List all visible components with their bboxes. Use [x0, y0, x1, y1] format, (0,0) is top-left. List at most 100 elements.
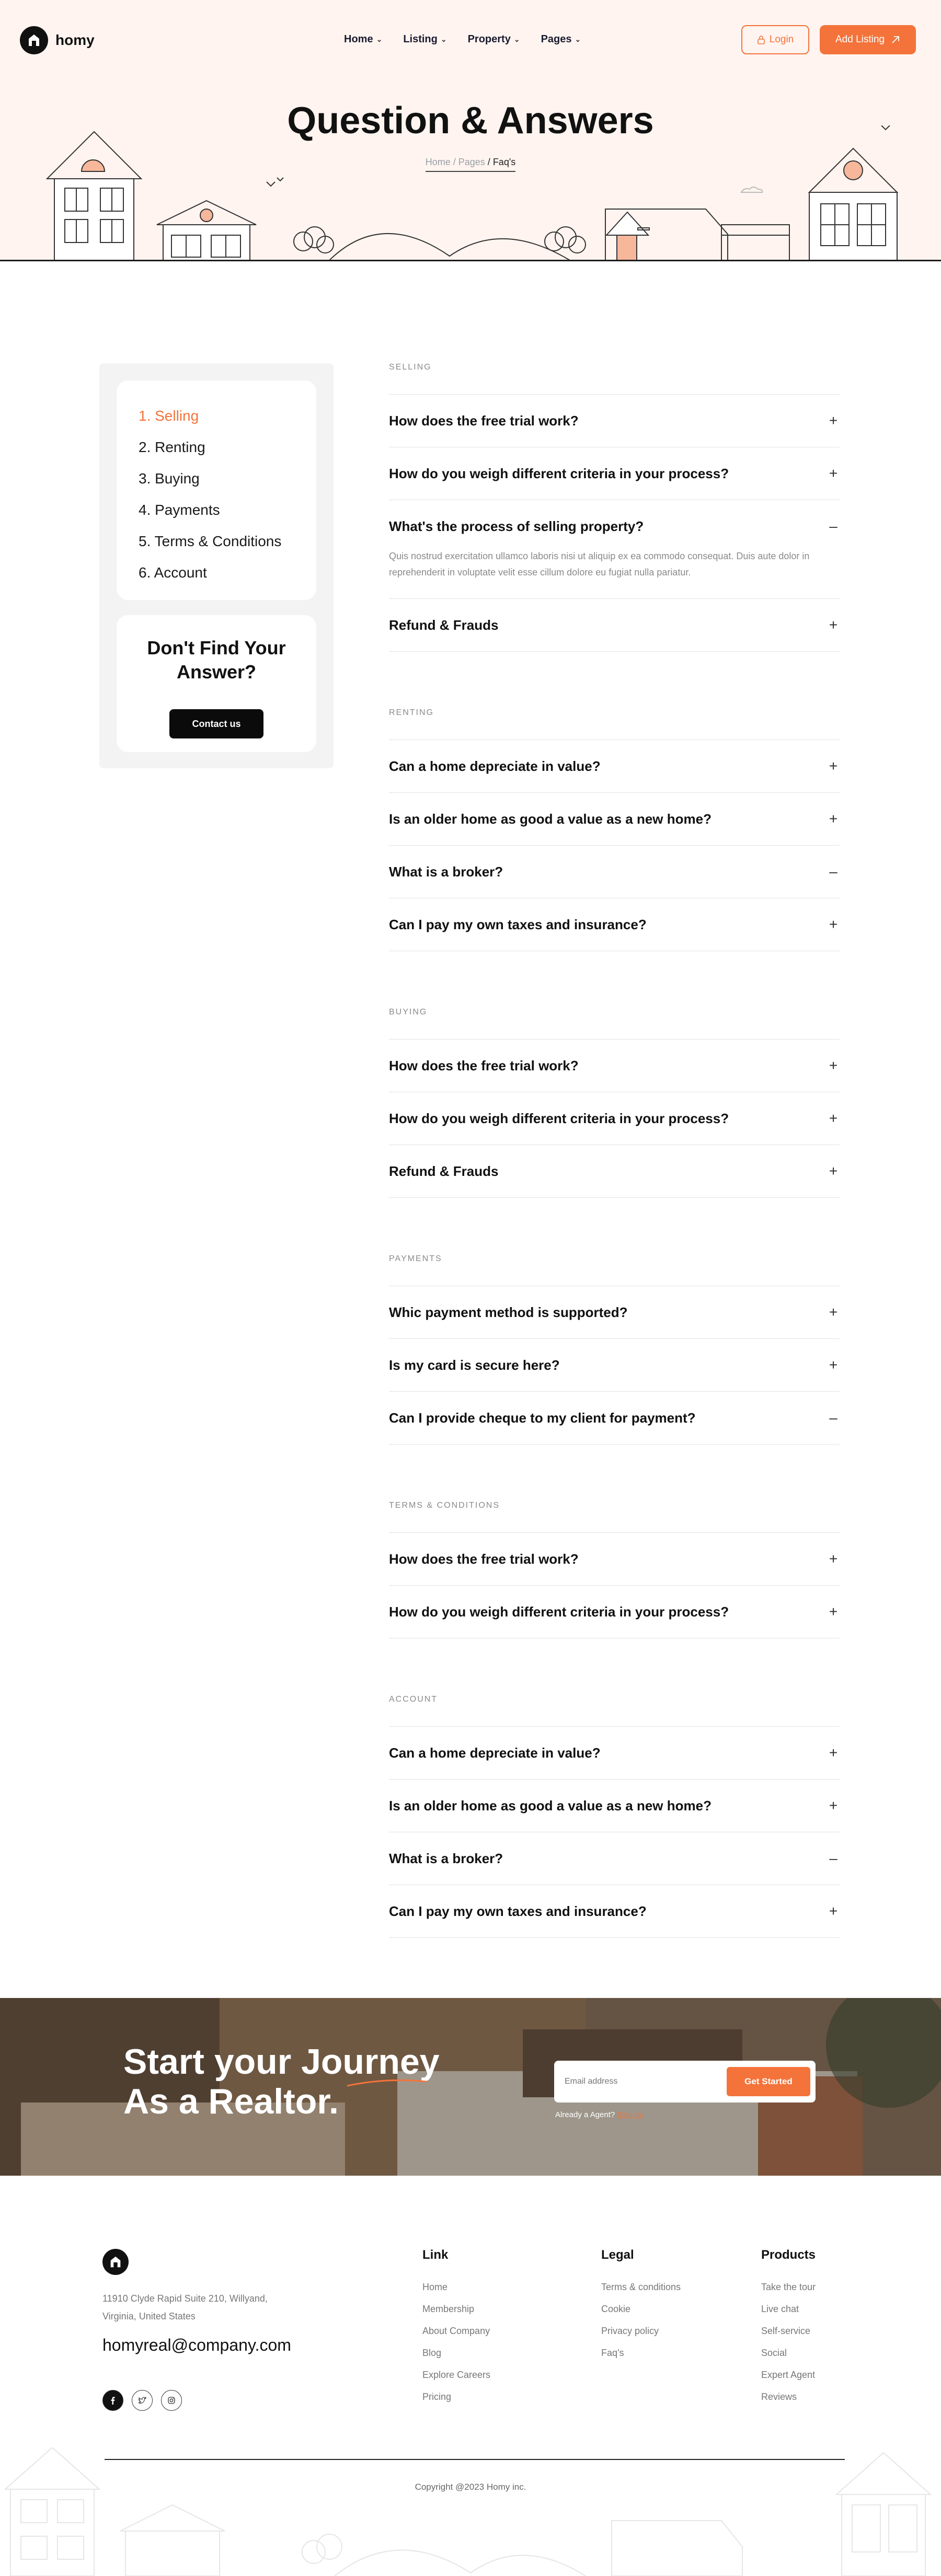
- faq-item[interactable]: Whic payment method is supported? +: [389, 1286, 840, 1338]
- faq-item[interactable]: Is an older home as good a value as a ne…: [389, 1779, 840, 1832]
- menu-item-home[interactable]: Home ⌄: [344, 33, 382, 45]
- footer-link-terms[interactable]: Terms & conditions: [601, 2276, 681, 2298]
- plus-icon[interactable]: +: [827, 1163, 840, 1180]
- category-selling[interactable]: 1. Selling: [139, 400, 294, 432]
- category-account[interactable]: 6. Account: [139, 557, 294, 588]
- get-started-button[interactable]: Get Started: [727, 2067, 810, 2096]
- footer-link-about[interactable]: About Company: [422, 2320, 490, 2342]
- faq-item[interactable]: Can I provide cheque to my client for pa…: [389, 1391, 840, 1445]
- plus-icon[interactable]: +: [827, 1745, 840, 1761]
- faq-item[interactable]: Is my card is secure here? +: [389, 1338, 840, 1391]
- faq-item[interactable]: Can I pay my own taxes and insurance? +: [389, 898, 840, 951]
- minus-icon[interactable]: –: [827, 1850, 840, 1867]
- footer-link-live-chat[interactable]: Live chat: [761, 2298, 816, 2320]
- footer-link-tour[interactable]: Take the tour: [761, 2276, 816, 2298]
- add-listing-button[interactable]: Add Listing: [820, 25, 916, 54]
- menu-item-listing[interactable]: Listing ⌄: [403, 33, 446, 45]
- faq-item[interactable]: How do you weigh different criteria in y…: [389, 447, 840, 500]
- faq-item[interactable]: How does the free trial work? +: [389, 1039, 840, 1092]
- plus-icon[interactable]: +: [827, 617, 840, 633]
- footer-link-blog[interactable]: Blog: [422, 2342, 490, 2364]
- category-buying[interactable]: 3. Buying: [139, 463, 294, 494]
- login-button[interactable]: Login: [741, 25, 809, 54]
- faq-item[interactable]: How does the free trial work? +: [389, 394, 840, 447]
- breadcrumb-home[interactable]: Home: [426, 157, 451, 167]
- footer-link-pricing[interactable]: Pricing: [422, 2386, 490, 2408]
- footer-link-self-service[interactable]: Self-service: [761, 2320, 816, 2342]
- minus-icon[interactable]: –: [827, 518, 840, 535]
- category-payments[interactable]: 4. Payments: [139, 494, 294, 526]
- category-terms[interactable]: 5. Terms & Conditions: [139, 526, 294, 557]
- breadcrumb-pages[interactable]: Pages: [458, 157, 485, 167]
- faq-question: How does the free trial work?: [389, 1057, 579, 1073]
- faq-item[interactable]: How does the free trial work? +: [389, 1532, 840, 1585]
- footer-email[interactable]: homyreal@company.com: [102, 2336, 291, 2355]
- faq-answer: Quis nostrud exercitation ullamco labori…: [389, 551, 810, 577]
- twitter-icon[interactable]: [132, 2390, 153, 2411]
- faq-question: How do you weigh different criteria in y…: [389, 1110, 729, 1126]
- footer-link-reviews[interactable]: Reviews: [761, 2386, 816, 2408]
- footer-link-careers[interactable]: Explore Careers: [422, 2364, 490, 2386]
- top-navigation: homy Home ⌄ Listing ⌄ Property ⌄ Pages ⌄ Log…: [0, 0, 941, 84]
- plus-icon[interactable]: +: [827, 916, 840, 933]
- footer-link-privacy[interactable]: Privacy policy: [601, 2320, 681, 2342]
- faq-accordion: How does the free trial work? + How do you…: [389, 394, 840, 652]
- faq-item[interactable]: What is a broker? –: [389, 845, 840, 898]
- banner-title: Start your Journey As a Realtor.: [123, 2042, 500, 2121]
- footer-column-title: Products: [761, 2248, 816, 2262]
- minus-icon[interactable]: –: [827, 863, 840, 880]
- signin-link[interactable]: Sign in.: [617, 2110, 643, 2119]
- footer-link-home[interactable]: Home: [422, 2276, 490, 2298]
- faq-item[interactable]: Can a home depreciate in value? +: [389, 740, 840, 792]
- faq-question: Is an older home as good a value as a ne…: [389, 811, 712, 827]
- faq-question: How do you weigh different criteria in y…: [389, 1603, 729, 1620]
- plus-icon[interactable]: +: [827, 412, 840, 429]
- footer-home-logo-icon[interactable]: [102, 2249, 129, 2275]
- footer-link-social[interactable]: Social: [761, 2342, 816, 2364]
- footer-column-legal: Legal Terms & conditions Cookie Privacy …: [601, 2248, 681, 2364]
- footer-link-faqs[interactable]: Faq's: [601, 2342, 681, 2364]
- faq-item[interactable]: Is an older home as good a value as a ne…: [389, 792, 840, 845]
- faq-item[interactable]: How do you weigh different criteria in y…: [389, 1585, 840, 1638]
- plus-icon[interactable]: +: [827, 1903, 840, 1920]
- category-renting[interactable]: 2. Renting: [139, 432, 294, 463]
- plus-icon[interactable]: +: [827, 1551, 840, 1567]
- minus-icon[interactable]: –: [827, 1410, 840, 1426]
- menu-item-pages[interactable]: Pages ⌄: [541, 33, 581, 45]
- footer-link-cookie[interactable]: Cookie: [601, 2298, 681, 2320]
- plus-icon[interactable]: +: [827, 758, 840, 775]
- plus-icon[interactable]: +: [827, 1110, 840, 1127]
- breadcrumb: Home / Pages / Faq's: [0, 157, 941, 172]
- instagram-icon[interactable]: [161, 2390, 182, 2411]
- plus-icon[interactable]: +: [827, 1797, 840, 1814]
- email-input[interactable]: [565, 2068, 721, 2095]
- copyright: Copyright @2023 Homy inc.: [415, 2482, 526, 2492]
- footer-link-expert-agent[interactable]: Expert Agent: [761, 2364, 816, 2386]
- page: homy Home ⌄ Listing ⌄ Property ⌄ Pages ⌄ Log…: [0, 0, 941, 2576]
- plus-icon[interactable]: +: [827, 1357, 840, 1373]
- plus-icon[interactable]: +: [827, 811, 840, 827]
- faq-item[interactable]: Can a home depreciate in value? +: [389, 1726, 840, 1779]
- faq-item[interactable]: Refund & Frauds +: [389, 1145, 840, 1198]
- faq-item[interactable]: Can I pay my own taxes and insurance? +: [389, 1885, 840, 1938]
- category-list: 1. Selling 2. Renting 3. Buying 4. Payme…: [117, 380, 316, 600]
- plus-icon[interactable]: +: [827, 1304, 840, 1321]
- social-links: [102, 2390, 182, 2411]
- menu-item-property[interactable]: Property ⌄: [468, 33, 520, 45]
- arrow-up-right-icon: [892, 36, 899, 43]
- footer-houses-illustration: [4, 2447, 932, 2576]
- faq-item[interactable]: What's the process of selling property? –…: [389, 500, 840, 598]
- faq-item[interactable]: Refund & Frauds +: [389, 598, 840, 652]
- contact-us-button[interactable]: Contact us: [169, 709, 263, 738]
- chevron-down-icon: ⌄: [440, 35, 447, 43]
- plus-icon[interactable]: +: [827, 1057, 840, 1074]
- plus-icon[interactable]: +: [827, 465, 840, 482]
- banner-title-line: As a Realtor.: [123, 2082, 339, 2121]
- facebook-icon[interactable]: [102, 2390, 123, 2411]
- footer-link-membership[interactable]: Membership: [422, 2298, 490, 2320]
- faq-item[interactable]: What is a broker? –: [389, 1832, 840, 1885]
- faq-item[interactable]: How do you weigh different criteria in y…: [389, 1092, 840, 1145]
- faq-section-label: SELLING: [389, 363, 432, 372]
- brand-logo[interactable]: homy: [20, 26, 95, 54]
- plus-icon[interactable]: +: [827, 1603, 840, 1620]
